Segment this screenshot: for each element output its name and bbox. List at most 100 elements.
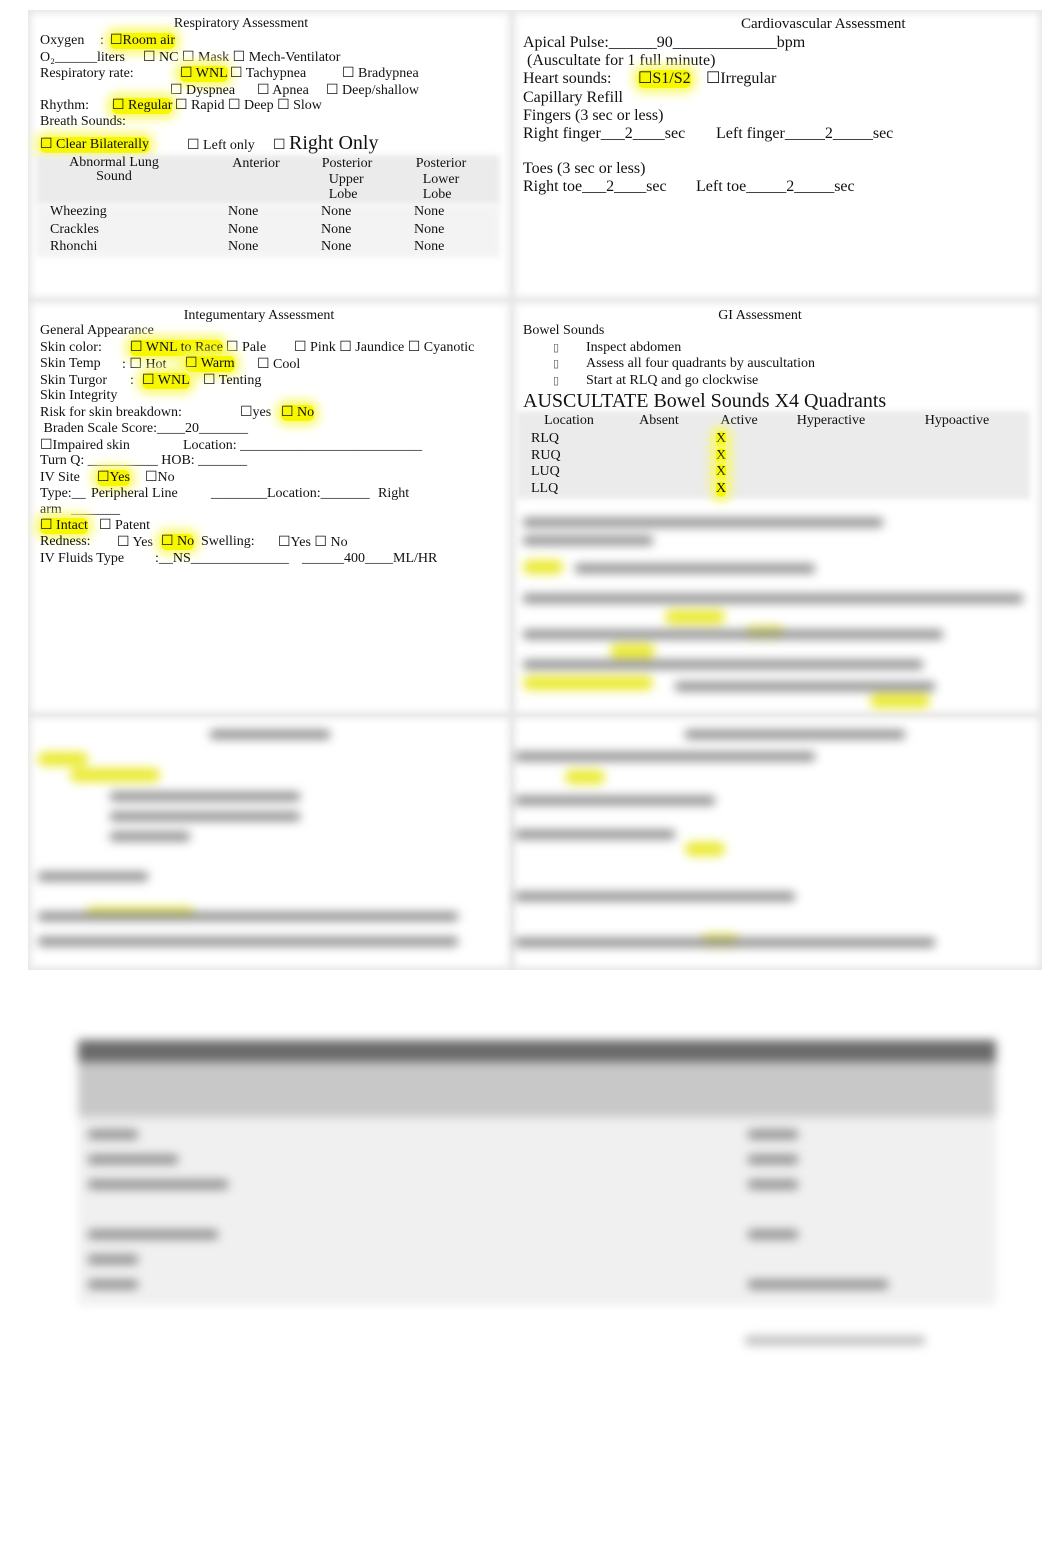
lung-row-value: None xyxy=(228,204,259,219)
intact-checkbox[interactable]: ☐ Intact xyxy=(40,518,88,534)
bowel-row-mark[interactable]: X xyxy=(716,431,727,447)
bowel-row-location: RUQ xyxy=(531,448,561,463)
oxygen-room-air-checkbox[interactable]: ☐Room air xyxy=(110,33,176,49)
bowel-row-mark[interactable]: X xyxy=(716,448,727,464)
lung-row-value: None xyxy=(321,204,352,219)
footer-blurred xyxy=(740,1330,930,1350)
risk-no-checkbox[interactable]: ☐ No xyxy=(281,405,315,421)
iv-fluids-type-field[interactable]: :__NS______________ xyxy=(155,551,289,567)
right-toe-field[interactable]: Right toe___2____sec xyxy=(523,178,667,196)
toes-label: Toes (3 sec or less) xyxy=(523,160,646,177)
iv-location-right: Right xyxy=(378,486,410,501)
lung-row-sound: Rhonchi xyxy=(50,239,98,254)
left-finger-field[interactable]: Left finger_____2_____sec xyxy=(716,125,893,143)
skin-temp-cool-checkbox[interactable]: ☐ Cool xyxy=(257,357,300,373)
fingers-label: Fingers (3 sec or less) xyxy=(523,107,664,124)
right-finger-field[interactable]: Right finger___2____sec xyxy=(523,125,685,143)
iv-site-label: IV Site xyxy=(40,470,80,485)
lab-table-blurred xyxy=(78,1040,996,1305)
lung-row-sound: Crackles xyxy=(50,222,99,237)
swelling-options[interactable]: ☐Yes ☐ No xyxy=(278,535,348,551)
iv-type-value: Peripheral Line xyxy=(91,486,178,501)
skin-turgor-wnl-checkbox[interactable]: ☐ WNL xyxy=(142,373,190,389)
impaired-skin-checkbox[interactable]: ☐Impaired skin xyxy=(40,438,130,454)
resp-rate-deep-checkbox[interactable]: ☐ Deep/shallow xyxy=(326,83,419,99)
lung-header-anterior: Anterior xyxy=(232,156,280,171)
bowel-row-location: LLQ xyxy=(531,481,559,496)
resp-rate-tachypnea-checkbox[interactable]: ☐ Tachypnea xyxy=(230,66,306,82)
impaired-location-field[interactable]: Location: __________________________ xyxy=(183,438,422,454)
iv-type-label: Type:__ xyxy=(40,486,86,501)
breath-clear-checkbox[interactable]: ☐ Clear Bilaterally xyxy=(40,137,149,153)
o2-liters-field[interactable]: O₂______liters xyxy=(40,50,125,66)
auscultate-heading: AUSCULTATE Bowel Sounds X4 Quadrants xyxy=(523,390,887,412)
iv-fluids-label: IV Fluids Type xyxy=(40,551,125,566)
resp-rate-label: Respiratory rate: xyxy=(40,66,134,81)
gi-bullet-item: Assess all four quadrants by auscultatio… xyxy=(586,356,816,371)
o2-device-options[interactable]: ☐ NC ☐ Mask ☐ Mech-Ventilator xyxy=(143,50,340,66)
iv-location-field[interactable]: ________Location:_______ xyxy=(211,486,370,502)
gi-continued-blurred xyxy=(515,510,1035,715)
iv-fluids-rate-field[interactable]: ______400____ML/HR xyxy=(302,551,437,567)
resp-rate-dyspnea-checkbox[interactable]: ☐ Dyspnea xyxy=(170,83,235,99)
lung-row-value: None xyxy=(228,222,259,237)
lung-row-value: None xyxy=(414,239,445,254)
left-toe-field[interactable]: Left toe_____2_____sec xyxy=(696,178,855,196)
redness-yes-checkbox[interactable]: ☐ Yes xyxy=(117,535,153,551)
patent-checkbox[interactable]: ☐ Patent xyxy=(99,518,150,534)
iv-location-arm: arm xyxy=(40,502,62,517)
cardio-title: Cardiovascular Assessment xyxy=(741,16,906,32)
redness-no-checkbox[interactable]: ☐ No xyxy=(161,534,195,550)
lung-row-value: None xyxy=(321,239,352,254)
apical-pulse-field[interactable]: Apical Pulse:______90_____________bpm xyxy=(523,34,805,52)
bowel-table-header: Active xyxy=(720,413,758,428)
rhythm-label: Rhythm: xyxy=(40,98,90,113)
oxygen-colon: : xyxy=(100,33,104,48)
skin-color-pale-checkbox[interactable]: ☐ Pale xyxy=(226,340,266,356)
lung-header-post-upper: Posterior Upper Lobe xyxy=(321,156,373,202)
skin-temp-label: Skin Temp xyxy=(40,356,101,371)
skin-temp-hot-checkbox[interactable]: : ☐ Hot xyxy=(122,357,166,373)
lung-header-post-lower: Posterior Lower Lobe xyxy=(415,156,467,202)
lung-row-sound: Wheezing xyxy=(50,204,107,219)
breath-sounds-label: Breath Sounds: xyxy=(40,114,126,129)
breath-left-checkbox[interactable]: ☐ Left only xyxy=(187,138,255,154)
braden-score-field[interactable]: Braden Scale Score:____20_______ xyxy=(40,421,249,437)
swelling-label: Swelling: xyxy=(201,534,255,549)
bullet-icon: ▯ xyxy=(553,342,560,354)
heart-irregular-checkbox[interactable]: ☐Irregular xyxy=(706,70,776,88)
risk-breakdown-label: Risk for skin breakdown: xyxy=(40,405,182,420)
resp-rate-apnea-checkbox[interactable]: ☐ Apnea xyxy=(257,83,309,99)
arm-blank-field[interactable]: _______ xyxy=(71,502,120,518)
skin-temp-warm-checkbox[interactable]: ☐ Warm xyxy=(185,356,235,372)
capillary-refill-label: Capillary Refill xyxy=(523,89,623,106)
lung-row-value: None xyxy=(414,204,445,219)
bowel-row-location: LUQ xyxy=(531,464,560,479)
skin-color-label: Skin color: xyxy=(40,340,102,355)
skin-color-wnl-checkbox[interactable]: ☐ WNL to Race xyxy=(130,340,224,356)
turn-hob-field[interactable]: Turn Q: __________ HOB: _______ xyxy=(40,453,247,469)
heart-s1s2-checkbox[interactable]: ☐S1/S2 xyxy=(638,70,691,88)
bowel-row-mark[interactable]: X xyxy=(716,481,727,497)
lower-left-blurred xyxy=(30,722,510,967)
breath-right-checkbox[interactable]: ☐ xyxy=(273,138,286,154)
oxygen-label: Oxygen xyxy=(40,33,85,48)
iv-site-no-checkbox[interactable]: ☐No xyxy=(145,470,175,486)
risk-yes-checkbox[interactable]: ☐yes xyxy=(240,405,271,421)
skin-turgor-tenting-checkbox[interactable]: ☐ Tenting xyxy=(203,373,261,389)
gi-bullet-item: Start at RLQ and go clockwise xyxy=(586,373,759,388)
rhythm-regular-checkbox[interactable]: ☐ Regular xyxy=(112,98,173,114)
heart-sounds-label: Heart sounds: xyxy=(523,70,612,87)
bowel-table-header: Hypoactive xyxy=(924,413,990,428)
resp-rate-bradypnea-checkbox[interactable]: ☐ Bradypnea xyxy=(342,66,419,82)
iv-site-yes-checkbox[interactable]: ☐Yes xyxy=(97,470,130,486)
bowel-sounds-label: Bowel Sounds xyxy=(523,323,605,338)
bowel-row-location: RLQ xyxy=(531,431,559,446)
lower-right-blurred xyxy=(515,722,1035,967)
lung-row-value: None xyxy=(321,222,352,237)
skin-color-other-options[interactable]: ☐ Pink ☐ Jaundice ☐ Cyanotic xyxy=(294,340,474,356)
resp-rate-wnl-checkbox[interactable]: ☐ WNL xyxy=(180,66,228,82)
rhythm-other-options[interactable]: ☐ Rapid ☐ Deep ☐ Slow xyxy=(175,98,322,114)
bowel-row-mark[interactable]: X xyxy=(716,464,727,480)
gi-bullet-item: Inspect abdomen xyxy=(586,340,682,355)
